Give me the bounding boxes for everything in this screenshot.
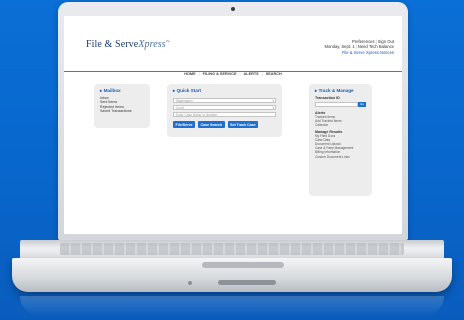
laptop-lid: File & ServeXpress™ Preferences|Sign Out… [58, 2, 408, 240]
mailbox-list: Inbox Sent Items Rejected Items Saved Tr… [94, 96, 150, 114]
trackpad [202, 262, 284, 268]
chevron-down-icon: ▾ [272, 99, 274, 103]
logo-trademark: ™ [165, 39, 170, 44]
camera-icon [231, 7, 235, 11]
manage-list: My Filed Docs Case Data Document Upload … [309, 134, 372, 159]
state-select[interactable]: Washington ▾ [173, 98, 276, 103]
go-button[interactable]: Go [358, 102, 366, 107]
track-case-button[interactable]: Set Track Case [227, 121, 259, 128]
main-nav: HOME | FILING & SERVICE | ALERTS | SEARCH [64, 62, 402, 76]
laptop-reflection [20, 296, 444, 316]
case-input[interactable]: Enter Case Name or Number [173, 112, 276, 117]
mailbox-saved[interactable]: Saved Transactions [100, 109, 144, 113]
court-select[interactable]: Court ▾ [173, 105, 276, 110]
transaction-id-input[interactable] [315, 102, 358, 107]
laptop-palmrest [12, 258, 452, 292]
transaction-id-label: Transaction ID [315, 96, 340, 100]
laptop-screen: File & ServeXpress™ Preferences|Sign Out… [64, 16, 402, 234]
track-manage-panel: ▸ Track & Manage Transaction ID Go Alert… [309, 84, 372, 196]
case-search-button[interactable]: Case Search [197, 121, 225, 128]
track-manage-title: ▸ Track & Manage [315, 88, 354, 93]
nav-alerts[interactable]: ALERTS [241, 71, 262, 77]
quick-start-panel: ▸ Quick Start Washington ▾ Court ▾ Enter… [167, 84, 282, 137]
laptop-hinge [20, 240, 444, 260]
site-logo[interactable]: File & ServeXpress™ [86, 39, 170, 50]
chevron-down-icon: ▾ [272, 106, 274, 110]
logo-italic: Xpress [138, 39, 166, 50]
quick-start-title: ▸ Quick Start [173, 88, 202, 93]
state-select-value: Washington [176, 99, 193, 103]
quick-start-buttons: File/Serve Case Search Set Track Case [173, 121, 276, 128]
mailbox-title: ▸ Mailbox [100, 88, 121, 93]
front-latch [218, 280, 276, 285]
court-select-value: Court [176, 106, 184, 110]
keyboard [60, 243, 404, 255]
indicator-light [188, 281, 192, 285]
logo-main: File & Serve [86, 39, 139, 50]
account-links: Preferences|Sign Out Monday, Sept. 1|Nee… [324, 39, 394, 55]
mailbox-panel: ▸ Mailbox Inbox Sent Items Rejected Item… [94, 84, 150, 128]
nav-home[interactable]: HOME [181, 71, 198, 77]
file-serve-button[interactable]: File/Serve [173, 121, 195, 128]
manage-custom-links[interactable]: Custom Document Links [315, 155, 366, 159]
case-input-placeholder: Enter Case Name or Number [176, 113, 218, 117]
nav-search[interactable]: SEARCH [263, 71, 285, 77]
site-header: File & ServeXpress™ Preferences|Sign Out… [64, 16, 402, 56]
notices-link[interactable]: File & Serve Xpress Notices [324, 50, 394, 55]
alerts-list: Tracked Items Add Tracked Items Calendar [309, 115, 372, 128]
transaction-id-row: Go [315, 102, 366, 107]
nav-filing-service[interactable]: FILING & SERVICE [200, 71, 240, 77]
